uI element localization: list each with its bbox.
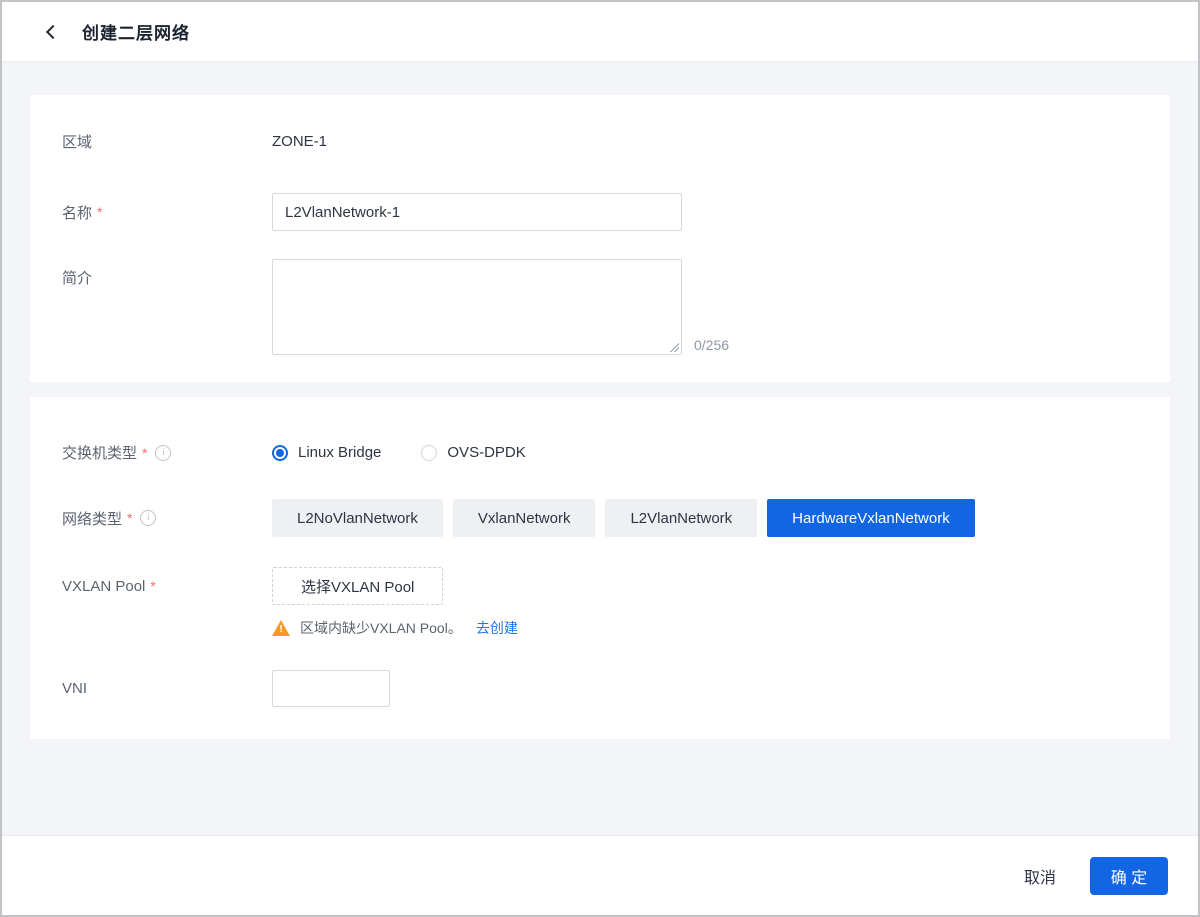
network-type-label-col: 网络类型 * i: [62, 508, 272, 529]
description-label-col: 简介: [62, 259, 272, 288]
description-label: 简介: [62, 267, 92, 288]
description-textarea-wrap: [272, 259, 682, 355]
description-textarea[interactable]: [272, 259, 682, 355]
network-type-label: 网络类型: [62, 508, 122, 529]
network-type-hardware-vxlan[interactable]: HardwareVxlanNetwork: [767, 499, 975, 537]
required-asterisk: *: [97, 204, 102, 220]
vni-row: VNI: [62, 670, 1138, 707]
required-asterisk: *: [142, 445, 147, 461]
name-row: 名称 *: [62, 193, 1138, 231]
vxlan-pool-warning-row: 区域内缺少VXLAN Pool。 去创建: [62, 605, 1138, 638]
network-type-vxlan[interactable]: VxlanNetwork: [453, 499, 596, 537]
back-button[interactable]: [48, 27, 58, 37]
switch-type-radio-group: Linux Bridge OVS-DPDK: [272, 444, 566, 461]
vxlan-pool-row: VXLAN Pool * 选择VXLAN Pool: [62, 567, 1138, 605]
page-header: 创建二层网络: [2, 2, 1198, 62]
resize-handle-icon[interactable]: [670, 343, 679, 352]
radio-unselected-icon: [421, 445, 437, 461]
action-footer: 取消 确 定: [2, 835, 1198, 915]
switch-type-row: 交换机类型 * i Linux Bridge OVS-DPDK: [62, 442, 1138, 463]
warning-text: 区域内缺少VXLAN Pool。: [300, 618, 462, 638]
radio-selected-icon: [272, 445, 288, 461]
radio-label: Linux Bridge: [298, 444, 381, 461]
network-type-l2vlan[interactable]: L2VlanNetwork: [605, 499, 757, 537]
name-label-col: 名称 *: [62, 202, 272, 223]
form-content: 区域 ZONE-1 名称 * 简介 0/256 交换机类型: [2, 62, 1198, 739]
warning-icon: [272, 620, 290, 636]
name-label: 名称: [62, 202, 92, 223]
basic-info-card: 区域 ZONE-1 名称 * 简介 0/256: [30, 95, 1170, 382]
char-counter: 0/256: [694, 337, 729, 353]
network-settings-card: 交换机类型 * i Linux Bridge OVS-DPDK 网络类型 * i: [30, 397, 1170, 739]
vni-label-col: VNI: [62, 680, 272, 697]
vxlan-pool-label-col: VXLAN Pool *: [62, 578, 272, 595]
zone-label-col: 区域: [62, 131, 272, 152]
radio-linux-bridge[interactable]: Linux Bridge: [272, 444, 381, 461]
switch-type-label-col: 交换机类型 * i: [62, 442, 272, 463]
name-input[interactable]: [272, 193, 682, 231]
radio-ovs-dpdk[interactable]: OVS-DPDK: [421, 444, 525, 461]
required-asterisk: *: [150, 578, 155, 594]
zone-value: ZONE-1: [272, 133, 327, 150]
select-vxlan-pool-button[interactable]: 选择VXLAN Pool: [272, 567, 443, 605]
vni-input[interactable]: [272, 670, 390, 707]
vni-label: VNI: [62, 680, 87, 697]
zone-label: 区域: [62, 131, 92, 152]
info-icon[interactable]: i: [155, 445, 171, 461]
radio-label: OVS-DPDK: [447, 444, 525, 461]
network-type-l2novlan[interactable]: L2NoVlanNetwork: [272, 499, 443, 537]
page-title: 创建二层网络: [82, 19, 190, 44]
vxlan-pool-label: VXLAN Pool: [62, 578, 145, 595]
go-create-link[interactable]: 去创建: [476, 618, 518, 638]
chevron-left-icon: [46, 24, 60, 38]
network-type-button-group: L2NoVlanNetwork VxlanNetwork L2VlanNetwo…: [272, 499, 985, 537]
confirm-button[interactable]: 确 定: [1090, 857, 1168, 895]
network-type-row: 网络类型 * i L2NoVlanNetwork VxlanNetwork L2…: [62, 499, 1138, 537]
description-row: 简介 0/256: [62, 259, 1138, 355]
zone-row: 区域 ZONE-1: [62, 131, 1138, 152]
warning-line: 区域内缺少VXLAN Pool。 去创建: [272, 618, 518, 638]
switch-type-label: 交换机类型: [62, 442, 137, 463]
required-asterisk: *: [127, 510, 132, 526]
info-icon[interactable]: i: [140, 510, 156, 526]
cancel-button[interactable]: 取消: [1024, 864, 1056, 888]
